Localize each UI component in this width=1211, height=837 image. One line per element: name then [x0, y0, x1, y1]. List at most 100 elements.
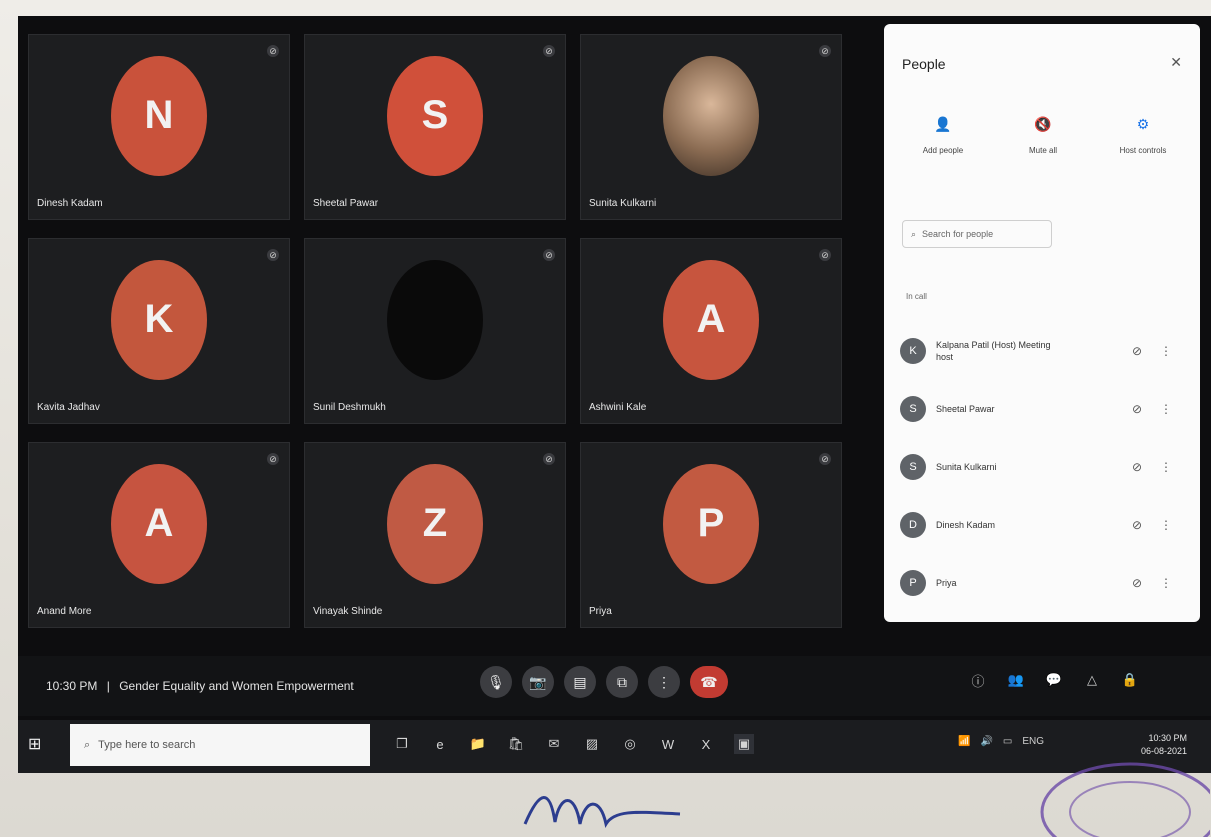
end-call-button[interactable]: ☎: [690, 666, 728, 698]
present-icon: ⧉: [617, 673, 627, 690]
participant-avatar: A: [111, 463, 207, 584]
host-controls-button[interactable]: ⚙ Host controls: [1098, 116, 1188, 155]
avatar: K: [900, 338, 926, 364]
participant-tile[interactable]: K ⊘ Kavita Jadhav: [28, 238, 290, 424]
captions-button[interactable]: ▤: [564, 666, 596, 698]
meet-icon[interactable]: ▣: [734, 734, 754, 754]
participant-actions: ⊘ ⋮: [1132, 518, 1172, 532]
panel-title: People: [902, 56, 946, 72]
more-options-icon[interactable]: ⋮: [1160, 518, 1172, 532]
meeting-separator: |: [106, 679, 110, 693]
participant-row[interactable]: K Kalpana Patil (Host) Meeting host ⊘ ⋮: [900, 322, 1190, 380]
mic-off-icon: ⊘: [819, 249, 831, 261]
info-icon: ⓘ: [971, 673, 985, 689]
more-options-icon[interactable]: ⋮: [1160, 460, 1172, 474]
more-icon: ⋮: [657, 673, 671, 690]
taskbar-search-input[interactable]: ⌕ Type here to search: [70, 724, 370, 766]
people-search-input[interactable]: ⌕ Search for people: [902, 220, 1052, 248]
mic-off-icon[interactable]: ⊘: [1132, 460, 1142, 474]
host-controls-icon: ⚙: [1136, 116, 1150, 132]
people-button[interactable]: 👥: [1006, 670, 1026, 690]
screen: N ⊘ Dinesh Kadam S ⊘ Sheetal Pawar ⊘ Sunita Kul…: [18, 16, 1211, 773]
more-options-icon[interactable]: ⋮: [1160, 576, 1172, 590]
more-options-icon[interactable]: ⋮: [1160, 344, 1172, 358]
mic-off-icon[interactable]: ⊘: [1132, 344, 1142, 358]
mic-off-icon: ⊘: [543, 249, 555, 261]
mic-icon: 🎙: [487, 673, 505, 690]
camera-button[interactable]: 📷: [522, 666, 554, 698]
store-icon[interactable]: 🛍: [506, 734, 526, 754]
participant-tile[interactable]: A ⊘ Anand More: [28, 442, 290, 628]
chrome-icon[interactable]: ◎: [620, 734, 640, 754]
participant-actions: ⊘ ⋮: [1132, 402, 1172, 416]
participant-tile[interactable]: Z ⊘ Vinayak Shinde: [304, 442, 566, 628]
participant-avatar: S: [387, 55, 483, 176]
participant-name: Dinesh Kadam: [37, 198, 103, 209]
camera-icon: 📷: [529, 673, 547, 690]
close-icon[interactable]: ✕: [1170, 54, 1182, 71]
mic-button[interactable]: 🎙: [480, 666, 512, 698]
participant-name: Anand More: [37, 606, 92, 617]
explorer-icon[interactable]: 📁: [468, 734, 488, 754]
participant-name: Sheetal Pawar: [313, 198, 379, 209]
chat-button[interactable]: 💬: [1044, 670, 1064, 690]
chat-icon: 💬: [1045, 672, 1063, 687]
participant-row[interactable]: S Sheetal Pawar ⊘ ⋮: [900, 380, 1190, 438]
mic-off-icon: ⊘: [543, 453, 555, 465]
host-icon: 🔒: [1121, 672, 1139, 687]
excel-icon[interactable]: X: [696, 734, 716, 754]
avatar: D: [900, 512, 926, 538]
taskbar-apps: ❐ e 📁 🛍 ✉ ▨ ◎ W X ▣: [392, 734, 754, 754]
in-call-heading: In call: [906, 292, 927, 301]
language-icon[interactable]: ENG: [1022, 736, 1044, 747]
windows-start-icon[interactable]: ⊞: [28, 734, 48, 754]
meeting-info: 10:30 PM | Gender Equality and Women Emp…: [46, 679, 354, 693]
photos-icon[interactable]: ▨: [582, 734, 602, 754]
participant-photo: [663, 55, 759, 176]
mic-off-icon: ⊘: [267, 45, 279, 57]
avatar: S: [900, 396, 926, 422]
people-icon: 👥: [1007, 672, 1025, 687]
network-icon[interactable]: 📶: [958, 736, 970, 747]
more-button[interactable]: ⋮: [648, 666, 680, 698]
mute-all-button[interactable]: 🔇 Mute all: [998, 116, 1088, 155]
people-panel: People ✕ 👤 Add people 🔇 Mute all ⚙ Host …: [884, 24, 1200, 622]
add-people-button[interactable]: 👤 Add people: [898, 116, 988, 155]
participant-tile[interactable]: ⊘ Sunita Kulkarni: [580, 34, 842, 220]
present-button[interactable]: ⧉: [606, 666, 638, 698]
edge-icon[interactable]: e: [430, 734, 450, 754]
search-icon: ⌕: [84, 738, 91, 751]
participant-tile[interactable]: S ⊘ Sheetal Pawar: [304, 34, 566, 220]
participant-tile[interactable]: P ⊘ Priya: [580, 442, 842, 628]
participant-label: Kalpana Patil (Host) Meeting host: [936, 340, 1051, 362]
participant-row[interactable]: S Sunita Kulkarni ⊘ ⋮: [900, 438, 1190, 496]
word-icon[interactable]: W: [658, 734, 678, 754]
mic-off-icon[interactable]: ⊘: [1132, 518, 1142, 532]
mute-all-icon: 🔇: [1034, 116, 1052, 132]
participant-tile[interactable]: N ⊘ Dinesh Kadam: [28, 34, 290, 220]
info-button[interactable]: ⓘ: [968, 670, 988, 690]
participant-name: Vinayak Shinde: [313, 606, 383, 617]
search-icon: ⌕: [911, 228, 917, 239]
battery-icon[interactable]: ▭: [1003, 736, 1012, 747]
participant-row[interactable]: P Priya ⊘ ⋮: [900, 554, 1190, 612]
end-call-icon: ☎: [700, 673, 718, 690]
clock-time: 10:30 PM: [1148, 733, 1187, 743]
activities-icon: △: [1087, 672, 1097, 687]
participant-tile[interactable]: ⊘ Sunil Deshmukh: [304, 238, 566, 424]
mic-off-icon: ⊘: [267, 453, 279, 465]
participant-actions: ⊘ ⋮: [1132, 344, 1172, 358]
participant-row[interactable]: D Dinesh Kadam ⊘ ⋮: [900, 496, 1190, 554]
host-button[interactable]: 🔒: [1120, 670, 1140, 690]
participant-tile[interactable]: A ⊘ Ashwini Kale: [580, 238, 842, 424]
meeting-bar: 10:30 PM | Gender Equality and Women Emp…: [18, 656, 1211, 716]
activities-button[interactable]: △: [1082, 670, 1102, 690]
volume-icon[interactable]: 🔊: [980, 736, 992, 747]
task-view-icon[interactable]: ❐: [392, 734, 412, 754]
more-options-icon[interactable]: ⋮: [1160, 402, 1172, 416]
mail-icon[interactable]: ✉: [544, 734, 564, 754]
mic-off-icon[interactable]: ⊘: [1132, 576, 1142, 590]
mic-off-icon[interactable]: ⊘: [1132, 402, 1142, 416]
participant-avatar: Z: [387, 463, 483, 584]
participant-label: Sunita Kulkarni: [936, 462, 997, 472]
